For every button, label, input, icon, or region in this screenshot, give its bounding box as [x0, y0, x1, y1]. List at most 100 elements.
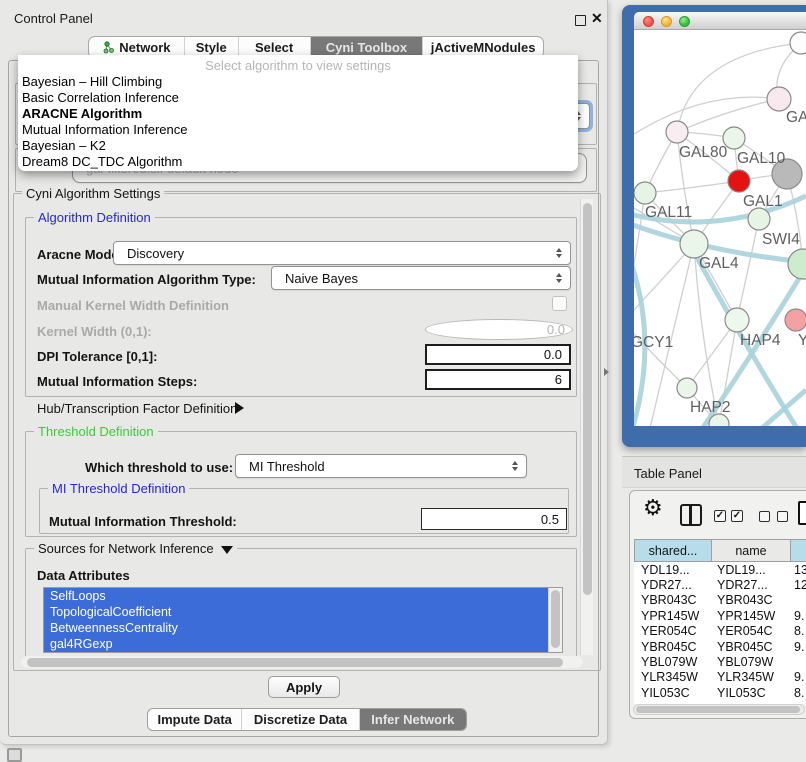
- table-cell: YLR345W: [712, 670, 791, 684]
- minimized-panel-icon[interactable]: [7, 748, 22, 762]
- manual-kernel-label: Manual Kernel Width Definition: [37, 298, 229, 313]
- algorithm-option[interactable]: Bayesian – Hill Climbing: [18, 74, 578, 90]
- network-node-gal80[interactable]: [666, 121, 688, 143]
- algorithm-option[interactable]: Basic Correlation Inference: [18, 90, 578, 106]
- attributes-scrollbar[interactable]: [548, 588, 562, 652]
- algorithm-option[interactable]: Mutual Information Inference: [18, 122, 578, 138]
- mi-threshold-label: Mutual Information Threshold:: [49, 514, 237, 529]
- network-node-label: GAL: [786, 109, 806, 126]
- document-icon[interactable]: [798, 501, 806, 525]
- table-cell: YBR043C: [712, 593, 791, 607]
- table-row[interactable]: YBR045CYBR045C9.: [634, 639, 806, 654]
- network-edge-thick[interactable]: [634, 240, 645, 426]
- table-cell: 9.: [791, 609, 806, 623]
- attributes-scroll-thumb[interactable]: [551, 590, 560, 648]
- table-row[interactable]: YPR145WYPR145W9.: [634, 608, 806, 623]
- close-traffic-light[interactable]: [643, 16, 654, 27]
- mi-steps-field[interactable]: 6: [425, 369, 571, 390]
- network-node[interactable]: [788, 249, 806, 279]
- table-row[interactable]: YDR27...YDR27...12: [634, 577, 806, 592]
- mi-threshold-group-title: MI Threshold Definition: [48, 481, 189, 496]
- dropdown-placeholder: Select algorithm to view settings: [18, 57, 578, 74]
- checked-checkbox-icon[interactable]: ✓: [714, 510, 726, 522]
- network-node-gal11[interactable]: [634, 182, 656, 204]
- settings-vscroll-thumb[interactable]: [583, 203, 592, 595]
- network-node-label: GAL1: [743, 193, 783, 210]
- collapse-arrow-icon[interactable]: [221, 546, 233, 554]
- control-panel-title: Control Panel: [14, 11, 93, 26]
- which-threshold-combo[interactable]: MI Threshold: [235, 454, 527, 478]
- table-cell: 13: [791, 563, 806, 577]
- network-node-label: SWI4: [762, 231, 800, 248]
- gear-icon[interactable]: ⚙: [643, 493, 663, 523]
- splitter-handle[interactable]: [604, 368, 609, 376]
- attribute-list-item[interactable]: gal4RGexp: [44, 636, 548, 652]
- close-icon[interactable]: ✕: [591, 10, 603, 27]
- attribute-list-item[interactable]: SelfLoops: [44, 588, 548, 604]
- network-node[interactable]: [790, 32, 806, 54]
- network-edge[interactable]: [687, 320, 737, 388]
- minimize-traffic-light[interactable]: [661, 16, 672, 27]
- dpi-tolerance-field[interactable]: 0.0: [425, 344, 571, 365]
- apply-button[interactable]: Apply: [268, 676, 340, 698]
- bottom-tab-infer-network[interactable]: Infer Network: [360, 709, 466, 730]
- network-node-y[interactable]: [785, 309, 806, 331]
- attribute-list-item[interactable]: TopologicalCoefficient: [44, 604, 548, 620]
- float-window-icon[interactable]: [575, 15, 586, 26]
- settings-vertical-scrollbar[interactable]: [580, 199, 593, 655]
- network-node-gal4[interactable]: [680, 230, 708, 258]
- zoom-traffic-light[interactable]: [679, 16, 690, 27]
- tab-label: jActiveMNodules: [431, 40, 536, 55]
- dpi-tolerance-value: 0.0: [544, 347, 562, 362]
- table-row[interactable]: YBR043CYBR043C: [634, 593, 806, 608]
- control-panel-window: Control Panel ✕ NetworkStyleSelectCyni T…: [0, 0, 608, 745]
- settings-horizontal-scrollbar[interactable]: [21, 656, 583, 668]
- network-node-hap4[interactable]: [725, 308, 749, 332]
- network-node-swi4[interactable]: [748, 208, 770, 230]
- bottom-tab-impute-data[interactable]: Impute Data: [148, 709, 242, 730]
- network-node-gal[interactable]: [767, 87, 791, 111]
- algorithm-option[interactable]: Bayesian – K2: [18, 138, 578, 154]
- network-canvas[interactable]: GALGAL80GAL10GAL1GAL11SWI4GAL4GCY1HAP4YH…: [634, 30, 806, 426]
- algorithm-option[interactable]: ARACNE Algorithm: [18, 106, 578, 122]
- kernel-width-field[interactable]: 0.0: [425, 319, 573, 340]
- table-row[interactable]: YIL053CYIL053C8.: [634, 685, 806, 700]
- table-column-header[interactable]: [791, 539, 806, 562]
- checked-checkbox-icon[interactable]: ✓: [731, 510, 743, 522]
- aracne-mode-combo[interactable]: Discovery: [113, 241, 571, 265]
- table-cell: YDL19...: [634, 563, 712, 577]
- network-edge[interactable]: [677, 99, 779, 132]
- table-row[interactable]: YLR345WYLR345W9.: [634, 670, 806, 685]
- table-cell: YDL19...: [712, 563, 791, 577]
- network-node-gal1[interactable]: [728, 170, 750, 192]
- table-hscroll-thumb[interactable]: [636, 706, 800, 713]
- unchecked-checkbox-icon[interactable]: [777, 511, 788, 522]
- bottom-tab-discretize-data[interactable]: Discretize Data: [242, 709, 359, 730]
- table-horizontal-scrollbar[interactable]: [633, 704, 805, 715]
- attribute-list-item[interactable]: BetweennessCentrality: [44, 620, 548, 636]
- split-columns-icon[interactable]: [680, 504, 702, 526]
- table-panel-header: Table Panel: [622, 456, 806, 488]
- manual-kernel-checkbox[interactable]: [552, 296, 567, 311]
- mi-threshold-field[interactable]: 0.5: [421, 508, 567, 530]
- table-column-header[interactable]: name: [712, 539, 791, 562]
- table-row[interactable]: YDL19...YDL19...13: [634, 562, 806, 577]
- network-edge[interactable]: [645, 181, 739, 193]
- table-row[interactable]: YBL079WYBL079W: [634, 654, 806, 669]
- mi-type-value: Naive Bayes: [285, 271, 358, 286]
- unchecked-checkbox-icon[interactable]: [759, 511, 770, 522]
- network-node-label: Y: [798, 332, 806, 349]
- mi-steps-value: 6: [555, 372, 562, 387]
- network-node-hap2[interactable]: [677, 378, 697, 398]
- settings-hscroll-thumb[interactable]: [27, 658, 563, 667]
- network-edge-thick[interactable]: [760, 390, 806, 426]
- table-row[interactable]: YER054CYER054C8.: [634, 624, 806, 639]
- network-node-label: GCY1: [634, 334, 673, 351]
- network-node-label: GAL4: [699, 255, 739, 272]
- network-edge[interactable]: [737, 219, 759, 320]
- expand-arrow-icon[interactable]: [235, 402, 244, 414]
- table-column-header[interactable]: shared...: [634, 539, 712, 562]
- mi-type-combo[interactable]: Naive Bayes: [271, 266, 571, 290]
- network-window-titlebar[interactable]: [634, 12, 806, 30]
- algorithm-option[interactable]: Dream8 DC_TDC Algorithm: [18, 154, 578, 170]
